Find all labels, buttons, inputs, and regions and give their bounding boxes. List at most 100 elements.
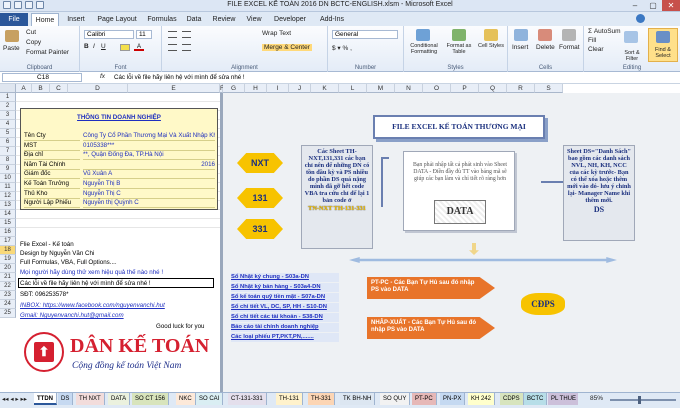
insert-button[interactable]: Insert [512, 44, 528, 51]
column-header-q[interactable]: Q [479, 84, 507, 93]
italic-button[interactable]: I [93, 43, 95, 50]
report-link[interactable]: Sổ kế toán quỹ tiền mặt - S07a-DN [231, 293, 339, 302]
maximize-button[interactable]: ▢ [644, 0, 662, 11]
row-header-13[interactable]: 13 [0, 201, 16, 210]
format-painter-button[interactable]: Format Painter [26, 49, 69, 56]
note-line[interactable]: Gmail: Nguyenvanchi.hut@gmail.com [20, 311, 214, 320]
sheet-tab-cdps[interactable]: CDPS [500, 393, 524, 405]
paste-button[interactable]: Paste [3, 45, 20, 52]
hex-nxt[interactable]: NXT [237, 153, 283, 173]
report-link[interactable]: Sổ chi tiết các tài khoản - S38-DN [231, 313, 339, 322]
format-cells-icon[interactable] [562, 29, 576, 41]
info-value[interactable]: 2016 [83, 160, 215, 170]
sheet-tab-ds[interactable]: DS [58, 393, 74, 405]
cut-button[interactable]: Cut [26, 29, 36, 36]
column-header-c[interactable]: C [50, 84, 68, 93]
column-header-l[interactable]: L [339, 84, 367, 93]
info-value[interactable]: Nguyễn thị Quỳnh C [83, 198, 215, 209]
info-value[interactable]: 0105338*** [83, 141, 215, 151]
row-header-17[interactable]: 17 [0, 237, 16, 246]
info-value[interactable]: Nguyễn Thị C [83, 189, 215, 199]
row-header-20[interactable]: 20 [0, 264, 16, 273]
minimize-button[interactable]: – [626, 0, 644, 11]
tab-review[interactable]: Review [208, 13, 240, 26]
column-header-s[interactable]: S [535, 84, 563, 93]
column-header-m[interactable]: M [367, 84, 395, 93]
align-middle-icon[interactable] [182, 31, 191, 38]
row-header-2[interactable]: 2 [0, 102, 16, 111]
row-header-12[interactable]: 12 [0, 192, 16, 201]
sheet-tab-tk-bh-nh[interactable]: TK BH-NH [340, 393, 376, 405]
delete-button[interactable]: Delete [536, 44, 555, 51]
help-icon[interactable] [636, 14, 645, 23]
fx-icon[interactable]: fx [100, 73, 105, 80]
column-header-o[interactable]: O [423, 84, 451, 93]
info-value[interactable]: Công Ty Cổ Phần Thương Mại Và Xuất Nhập … [83, 131, 215, 141]
column-header-r[interactable]: R [507, 84, 535, 93]
row-header-7[interactable]: 7 [0, 147, 16, 156]
font-size-select[interactable]: 11 [136, 30, 152, 39]
fill-button[interactable]: Fill [588, 37, 596, 44]
column-header-p[interactable]: P [451, 84, 479, 93]
cell-styles-button[interactable]: Cell Styles [478, 43, 504, 49]
underline-button[interactable]: U [101, 43, 106, 50]
row-header-19[interactable]: 19 [0, 255, 16, 264]
arrow-nhap-xuat[interactable]: NHÂP-XUẤT - Các Bạn Tự Hủ sau đó nhập PS… [367, 317, 495, 339]
sheet-tab-pn-px[interactable]: PN-PX [440, 393, 466, 405]
zoom-slider[interactable] [610, 399, 676, 401]
row-header-5[interactable]: 5 [0, 129, 16, 138]
sheet-tab-pl-thue[interactable]: PL THUE [548, 393, 578, 405]
report-link[interactable]: Báo cáo tài chính doanh nghiệp [231, 323, 339, 332]
bold-button[interactable]: B [84, 43, 89, 50]
tab-formulas[interactable]: Formulas [144, 13, 180, 26]
sheet-tab-so-ct-156[interactable]: SO CT 156 [132, 393, 169, 405]
row-header-11[interactable]: 11 [0, 183, 16, 192]
fill-color-icon[interactable] [120, 44, 130, 51]
autosum-button[interactable]: Σ AutoSum [588, 28, 621, 35]
sheet-tab-so-quy[interactable]: SO QUY [380, 393, 411, 405]
zoom-level[interactable]: 85% [590, 395, 603, 402]
formula-input[interactable]: Các lỗi về file hãy liên hệ với mình để … [114, 73, 674, 82]
name-box[interactable]: C18 [2, 73, 82, 82]
sheet-tab-so-cai[interactable]: SO CAI [196, 393, 224, 405]
conditional-formatting-button[interactable]: Conditional Formatting [407, 43, 441, 55]
column-header-e[interactable]: E [128, 84, 220, 93]
row-header-23[interactable]: 23 [0, 291, 16, 300]
format-as-table-button[interactable]: Format as Table [444, 43, 474, 55]
sheet-tab-bctc[interactable]: BCTC [524, 393, 548, 405]
row-header-10[interactable]: 10 [0, 174, 16, 183]
copy-button[interactable]: Copy [26, 39, 41, 46]
sheet-tab-pt-pc[interactable]: PT-PC [412, 393, 437, 405]
row-header-14[interactable]: 14 [0, 210, 16, 219]
row-header-18[interactable]: 18 [0, 246, 16, 255]
sheet-tab-ttdn[interactable]: TTDN [34, 393, 57, 405]
row-header-4[interactable]: 4 [0, 120, 16, 129]
sheet-tab-nkc[interactable]: NKC [176, 393, 196, 405]
conditional-formatting-icon[interactable] [416, 29, 430, 41]
tab-developer[interactable]: Developer [268, 13, 312, 26]
tab-insert[interactable]: Insert [62, 13, 90, 26]
row-header-15[interactable]: 15 [0, 219, 16, 228]
font-name-select[interactable]: Calibri [84, 30, 134, 39]
row-header-8[interactable]: 8 [0, 156, 16, 165]
row-header-24[interactable]: 24 [0, 300, 16, 309]
insert-cells-icon[interactable] [514, 29, 528, 41]
number-format-select[interactable]: General [332, 30, 398, 39]
report-link[interactable]: Sổ chi tiết VL, DC, SP, HH - S10-DN [231, 303, 339, 312]
sheet-tab-th-131[interactable]: TH-131 [276, 393, 304, 405]
column-header-b[interactable]: B [32, 84, 50, 93]
tab-file[interactable]: File [0, 13, 28, 26]
cdps-badge[interactable]: CĐPS [521, 293, 565, 315]
column-header-g[interactable]: G [223, 84, 245, 93]
sheet-tab-data[interactable]: DATA [108, 393, 131, 405]
delete-cells-icon[interactable] [538, 29, 552, 41]
column-header-d[interactable]: D [68, 84, 128, 93]
sheet-tab-ct-131-331[interactable]: CT-131-331 [228, 393, 267, 405]
row-header-21[interactable]: 21 [0, 273, 16, 282]
row-header-3[interactable]: 3 [0, 111, 16, 120]
tab-view[interactable]: View [242, 13, 266, 26]
row-header-6[interactable]: 6 [0, 138, 16, 147]
align-left-icon[interactable] [168, 44, 177, 51]
sheet-tab-kh-242[interactable]: KH 242 [468, 393, 496, 405]
find-icon[interactable] [656, 31, 670, 43]
